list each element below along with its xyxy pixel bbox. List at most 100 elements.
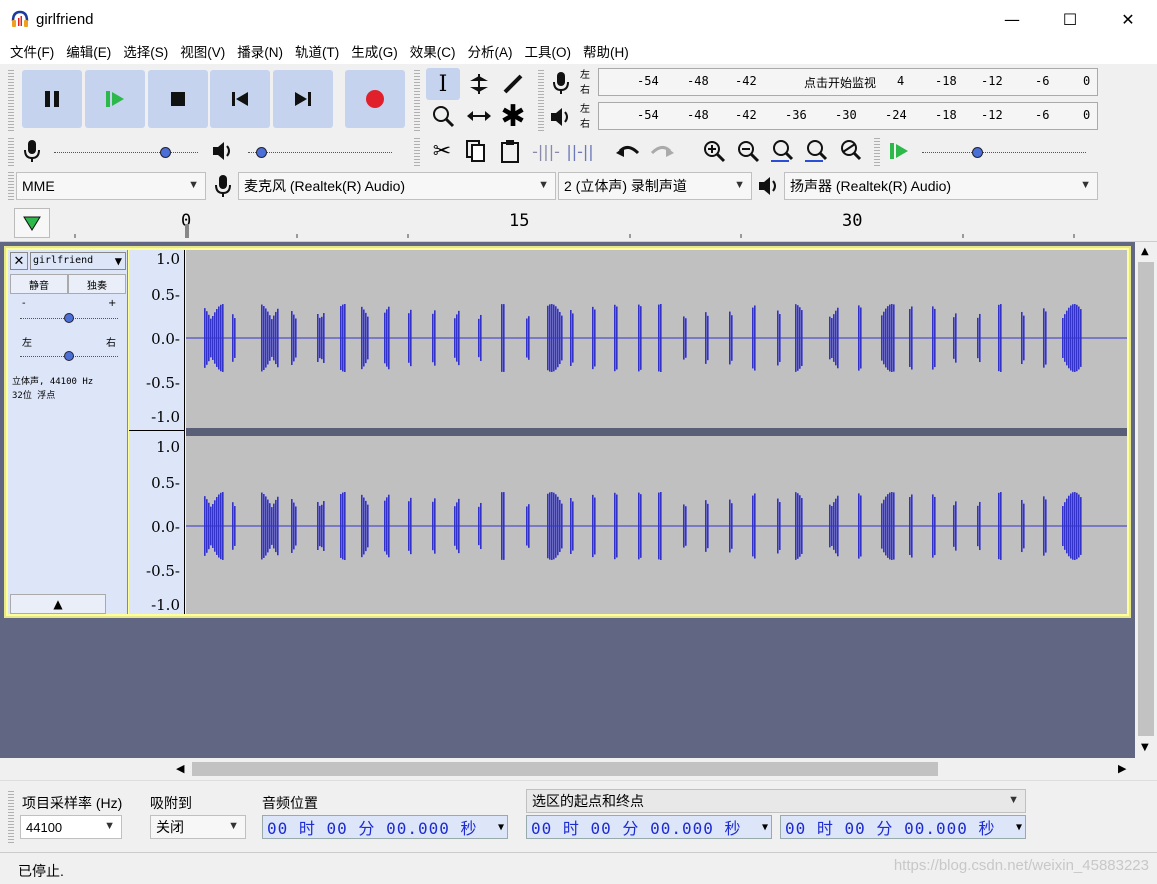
fit-project-button[interactable] (800, 136, 832, 166)
skip-start-button[interactable] (210, 70, 270, 128)
toolbar-grip[interactable] (8, 68, 14, 132)
zoom-in-icon (704, 141, 726, 163)
menu-file[interactable]: 文件(F) (4, 41, 60, 61)
menu-generate[interactable]: 生成(G) (345, 41, 404, 61)
vertical-ruler[interactable]: 1.0 0.5- 0.0- -0.5- -1.0 1.0 0.5- 0.0- -… (129, 250, 185, 614)
playback-volume-slider[interactable] (246, 140, 396, 162)
waveform-canvas[interactable] (186, 250, 1127, 614)
slider-thumb[interactable] (972, 147, 983, 158)
minimize-button[interactable]: — (983, 0, 1041, 38)
selection-mode-select[interactable]: 选区的起点和终点 ▼ (526, 789, 1026, 813)
pan-slider[interactable] (20, 348, 118, 364)
project-rate-select[interactable]: 44100 ▼ (20, 815, 122, 839)
play-meter-button[interactable] (548, 102, 574, 132)
vertical-scrollbar[interactable]: ▲ ▼ (1135, 242, 1157, 758)
envelope-tool-button[interactable] (462, 68, 496, 100)
menu-edit[interactable]: 编辑(E) (60, 41, 117, 61)
pause-button[interactable] (22, 70, 82, 128)
timeshift-tool-button[interactable] (462, 100, 496, 132)
click-to-monitor-label[interactable]: 点击开始监视 (804, 74, 876, 91)
menu-effect[interactable]: 效果(C) (404, 41, 462, 61)
solo-button[interactable]: 独奏 (68, 274, 126, 294)
dropdown-arrow-icon[interactable]: ▼ (498, 822, 505, 833)
toolbar-grip[interactable] (874, 136, 880, 166)
waveform-burst (572, 501, 574, 551)
redo-button[interactable] (646, 136, 678, 166)
waveform-burst (204, 308, 206, 368)
toolbar-grip[interactable] (414, 136, 420, 166)
close-button[interactable]: ✕ (1099, 0, 1157, 38)
input-device-select[interactable]: 麦克风 (Realtek(R) Audio) ▼ (238, 172, 556, 200)
timeline-ruler[interactable]: 0 15 30 (0, 204, 1157, 242)
cut-button[interactable]: ✂ (426, 136, 458, 166)
undo-button[interactable] (612, 136, 644, 166)
output-device-select[interactable]: 扬声器 (Realtek(R) Audio) ▼ (784, 172, 1098, 200)
slider-thumb[interactable] (160, 147, 171, 158)
snap-to-select[interactable]: 关闭 ▼ (150, 815, 246, 839)
play-scale-tick: -36 (785, 108, 807, 122)
toolbar-grip[interactable] (8, 789, 14, 845)
selection-tool-button[interactable]: I (426, 68, 460, 100)
selection-start-field[interactable]: 00 时 00 分 00.000 秒 ▼ (526, 815, 772, 839)
menu-tracks[interactable]: 轨道(T) (289, 41, 345, 61)
zoom-tool-button[interactable] (426, 100, 460, 132)
recording-channels-select[interactable]: 2 (立体声) 录制声道 ▼ (558, 172, 752, 200)
zoom-toggle-icon (841, 140, 862, 161)
zoom-out-button[interactable] (732, 136, 764, 166)
horizontal-scrollbar[interactable]: ◀ ▶ (170, 758, 1135, 780)
copy-button[interactable] (460, 136, 492, 166)
maximize-button[interactable]: ☐ (1041, 0, 1099, 38)
waveform-display[interactable] (186, 250, 1127, 614)
slider-thumb[interactable] (256, 147, 267, 158)
waveform-burst (616, 306, 618, 370)
vertical-scroll-thumb[interactable] (1138, 262, 1154, 736)
trim-button[interactable]: -|||- (530, 136, 562, 166)
slider-thumb[interactable] (64, 351, 74, 361)
zoom-toggle-button[interactable] (834, 136, 866, 166)
playback-speed-slider[interactable] (920, 140, 1090, 162)
audio-host-select[interactable]: MME ▼ (16, 172, 206, 200)
mute-button[interactable]: 静音 (10, 274, 68, 294)
play-at-speed-button[interactable] (884, 136, 914, 166)
dropdown-arrow-icon[interactable]: ▼ (762, 822, 769, 833)
slider-thumb[interactable] (64, 313, 74, 323)
play-button[interactable] (85, 70, 145, 128)
draw-tool-button[interactable] (496, 68, 530, 100)
menu-view[interactable]: 视图(V) (174, 41, 231, 61)
record-meter-button[interactable] (548, 68, 574, 98)
menu-tools[interactable]: 工具(O) (519, 41, 578, 61)
fit-selection-button[interactable] (766, 136, 798, 166)
zoom-in-button[interactable] (698, 136, 730, 166)
track-menu-button[interactable]: girlfriend ▼ (30, 252, 126, 270)
toolbar-grip[interactable] (8, 136, 14, 166)
multi-tool-button[interactable]: ✱ (496, 99, 530, 134)
record-button[interactable] (345, 70, 405, 128)
record-volume-slider[interactable] (52, 140, 202, 162)
dropdown-arrow-icon[interactable]: ▼ (1016, 822, 1023, 833)
record-meter[interactable]: -54 -48 -42 点击开始监视 4 -18 -12 -6 0 (598, 68, 1098, 96)
toolbar-grip[interactable] (414, 68, 420, 132)
close-track-button[interactable]: ✕ (10, 252, 28, 270)
scroll-down-icon[interactable]: ▼ (1141, 742, 1149, 753)
toolbar-grip[interactable] (8, 170, 14, 200)
play-meter[interactable]: -54 -48 -42 -36 -30 -24 -18 -12 -6 0 (598, 102, 1098, 130)
silence-button[interactable]: ||-|| (564, 136, 596, 166)
menu-select[interactable]: 选择(S) (117, 41, 174, 61)
stop-button[interactable] (148, 70, 208, 128)
audio-position-field[interactable]: 00 时 00 分 00.000 秒 ▼ (262, 815, 508, 839)
track-panel[interactable]: ✕ girlfriend ▼ 静音 独奏 - + 左 右 立体声, 44100 H… (0, 242, 1135, 758)
scroll-right-icon[interactable]: ▶ (1118, 762, 1126, 775)
menu-analyze[interactable]: 分析(A) (462, 41, 519, 61)
skip-end-button[interactable] (273, 70, 333, 128)
paste-button[interactable] (494, 136, 526, 166)
audio-track[interactable]: ✕ girlfriend ▼ 静音 独奏 - + 左 右 立体声, 44100 H… (4, 246, 1131, 618)
scroll-up-icon[interactable]: ▲ (1141, 246, 1149, 257)
menu-help[interactable]: 帮助(H) (577, 41, 635, 61)
toolbar-grip[interactable] (538, 68, 544, 132)
horizontal-scroll-thumb[interactable] (192, 762, 938, 776)
menu-transport[interactable]: 播录(N) (231, 41, 289, 61)
selection-end-field[interactable]: 00 时 00 分 00.000 秒 ▼ (780, 815, 1026, 839)
collapse-track-button[interactable]: ▲ (10, 594, 106, 614)
gain-slider[interactable] (20, 310, 118, 326)
scroll-left-icon[interactable]: ◀ (176, 762, 184, 775)
